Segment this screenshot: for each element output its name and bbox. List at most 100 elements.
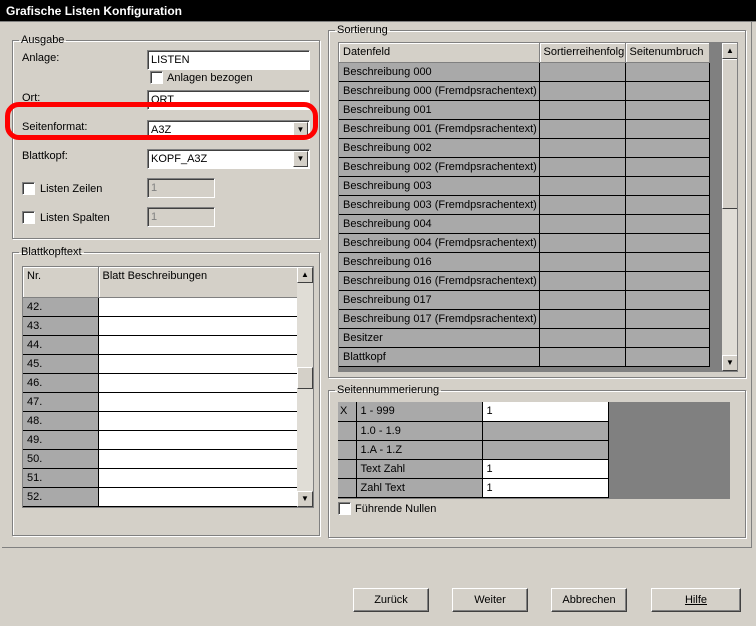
blatt-beschreibung-cell[interactable] <box>98 430 298 450</box>
selection-mark-cell[interactable]: X <box>338 402 357 422</box>
seitenumbruch-cell[interactable] <box>625 233 710 253</box>
selection-mark-cell[interactable] <box>338 478 357 498</box>
sortierreihenfolge-cell[interactable] <box>539 100 626 120</box>
datenfeld-cell[interactable]: Beschreibung 001 <box>339 100 540 120</box>
seitenumbruch-cell[interactable] <box>625 214 710 234</box>
table-row[interactable]: 1.0 - 1.9 <box>338 421 609 441</box>
table-row[interactable]: Beschreibung 004 <box>339 214 710 234</box>
hilfe-button[interactable]: Hilfe <box>651 588 741 612</box>
datenfeld-cell[interactable]: Beschreibung 017 (Fremdpsrachentext) <box>339 309 540 329</box>
anlagen-bezogen-checkbox[interactable] <box>150 71 163 84</box>
table-row[interactable]: Beschreibung 001 <box>339 100 710 120</box>
selection-mark-cell[interactable] <box>338 440 357 460</box>
listen-zeilen-input[interactable]: 1 <box>147 178 215 198</box>
scroll-thumb[interactable] <box>722 59 737 209</box>
seitenumbruch-cell[interactable] <box>625 195 710 215</box>
scroll-up-icon[interactable]: ▲ <box>297 267 313 283</box>
seitenumbruch-cell[interactable] <box>625 309 710 329</box>
seitenumbruch-cell[interactable] <box>625 176 710 196</box>
table-row[interactable]: Beschreibung 001 (Fremdpsrachentext) <box>339 119 710 139</box>
blatt-beschreibung-cell[interactable] <box>98 411 298 431</box>
blatt-beschreibung-cell[interactable] <box>98 468 298 488</box>
table-row[interactable]: Beschreibung 016 (Fremdpsrachentext) <box>339 271 710 291</box>
sortierreihenfolge-cell[interactable] <box>539 176 626 196</box>
seitenumbruch-cell[interactable] <box>625 119 710 139</box>
blatt-beschreibung-cell[interactable] <box>98 297 298 317</box>
seitenumbruch-cell[interactable] <box>625 157 710 177</box>
datenfeld-cell[interactable]: Beschreibung 002 <box>339 138 540 158</box>
seitenumbruch-cell[interactable] <box>625 290 710 310</box>
column-header-seitenumbruch[interactable]: Seitenumbruch <box>625 43 710 63</box>
listen-spalten-checkbox[interactable] <box>22 211 35 224</box>
datenfeld-cell[interactable]: Beschreibung 001 (Fremdpsrachentext) <box>339 119 540 139</box>
table-row[interactable]: 52. <box>23 487 298 507</box>
datenfeld-cell[interactable]: Beschreibung 000 <box>339 62 540 82</box>
table-row[interactable]: 42. <box>23 297 298 317</box>
blattkopf-select[interactable]: KOPF_A3Z ▼ <box>147 149 310 169</box>
table-row[interactable]: Beschreibung 017 <box>339 290 710 310</box>
scroll-thumb[interactable] <box>297 367 313 389</box>
zurueck-button[interactable]: Zurück <box>353 588 429 612</box>
column-header-nr[interactable]: Nr. <box>23 267 99 298</box>
column-header-sortierreihenfolge[interactable]: Sortierreihenfolg <box>539 43 626 63</box>
table-row[interactable]: Zahl Text 1 <box>338 478 609 498</box>
scroll-up-icon[interactable]: ▲ <box>722 43 737 59</box>
table-row[interactable]: Beschreibung 000 (Fremdpsrachentext) <box>339 81 710 101</box>
seitenumbruch-cell[interactable] <box>625 138 710 158</box>
blatt-beschreibung-cell[interactable] <box>98 316 298 336</box>
blatt-beschreibung-cell[interactable] <box>98 354 298 374</box>
sortierung-scrollbar[interactable]: ▲ ▼ <box>722 43 737 371</box>
sortierreihenfolge-cell[interactable] <box>539 290 626 310</box>
sortierreihenfolge-cell[interactable] <box>539 252 626 272</box>
datenfeld-cell[interactable]: Beschreibung 017 <box>339 290 540 310</box>
table-row[interactable]: 44. <box>23 335 298 355</box>
sortierreihenfolge-cell[interactable] <box>539 328 626 348</box>
value-cell[interactable] <box>482 421 609 441</box>
table-row[interactable]: 51. <box>23 468 298 488</box>
sortierreihenfolge-cell[interactable] <box>539 119 626 139</box>
column-header-datenfeld[interactable]: Datenfeld <box>339 43 540 63</box>
sortierreihenfolge-cell[interactable] <box>539 347 626 367</box>
table-row[interactable]: Beschreibung 016 <box>339 252 710 272</box>
table-row[interactable]: Blattkopf <box>339 347 710 367</box>
table-row[interactable]: Text Zahl 1 <box>338 459 609 479</box>
scroll-down-icon[interactable]: ▼ <box>722 355 737 371</box>
table-row[interactable]: Beschreibung 004 (Fremdpsrachentext) <box>339 233 710 253</box>
datenfeld-cell[interactable]: Beschreibung 002 (Fremdpsrachentext) <box>339 157 540 177</box>
blatt-beschreibung-cell[interactable] <box>98 335 298 355</box>
selection-mark-cell[interactable] <box>338 421 357 441</box>
seitenumbruch-cell[interactable] <box>625 62 710 82</box>
blatt-beschreibung-cell[interactable] <box>98 373 298 393</box>
column-header-blatt-beschreibungen[interactable]: Blatt Beschreibungen <box>98 267 298 298</box>
listen-zeilen-checkbox[interactable] <box>22 182 35 195</box>
table-row[interactable]: 43. <box>23 316 298 336</box>
table-row[interactable]: Beschreibung 002 (Fremdpsrachentext) <box>339 157 710 177</box>
blatt-beschreibung-cell[interactable] <box>98 487 298 507</box>
table-row[interactable]: 49. <box>23 430 298 450</box>
seitenumbruch-cell[interactable] <box>625 328 710 348</box>
value-cell[interactable]: 1 <box>482 459 609 479</box>
table-row[interactable]: Beschreibung 003 <box>339 176 710 196</box>
abbrechen-button[interactable]: Abbrechen <box>551 588 627 612</box>
selection-mark-cell[interactable] <box>338 459 357 479</box>
sortierreihenfolge-cell[interactable] <box>539 309 626 329</box>
sortierreihenfolge-cell[interactable] <box>539 81 626 101</box>
table-row[interactable]: 45. <box>23 354 298 374</box>
seitenumbruch-cell[interactable] <box>625 252 710 272</box>
seitenformat-select[interactable]: A3Z ▼ <box>147 120 310 140</box>
table-row[interactable]: 47. <box>23 392 298 412</box>
chevron-down-icon[interactable]: ▼ <box>293 122 308 138</box>
table-row[interactable]: Beschreibung 000 <box>339 62 710 82</box>
table-row[interactable]: 50. <box>23 449 298 469</box>
datenfeld-cell[interactable]: Beschreibung 016 (Fremdpsrachentext) <box>339 271 540 291</box>
table-row[interactable]: 48. <box>23 411 298 431</box>
sortierreihenfolge-cell[interactable] <box>539 271 626 291</box>
datenfeld-cell[interactable]: Beschreibung 016 <box>339 252 540 272</box>
datenfeld-cell[interactable]: Besitzer <box>339 328 540 348</box>
table-row[interactable]: 1.A - 1.Z <box>338 440 609 460</box>
table-row[interactable]: X1 - 999 1 <box>338 402 609 422</box>
sortierreihenfolge-cell[interactable] <box>539 214 626 234</box>
datenfeld-cell[interactable]: Beschreibung 004 (Fremdpsrachentext) <box>339 233 540 253</box>
table-row[interactable]: 46. <box>23 373 298 393</box>
listen-spalten-input[interactable]: 1 <box>147 207 215 227</box>
